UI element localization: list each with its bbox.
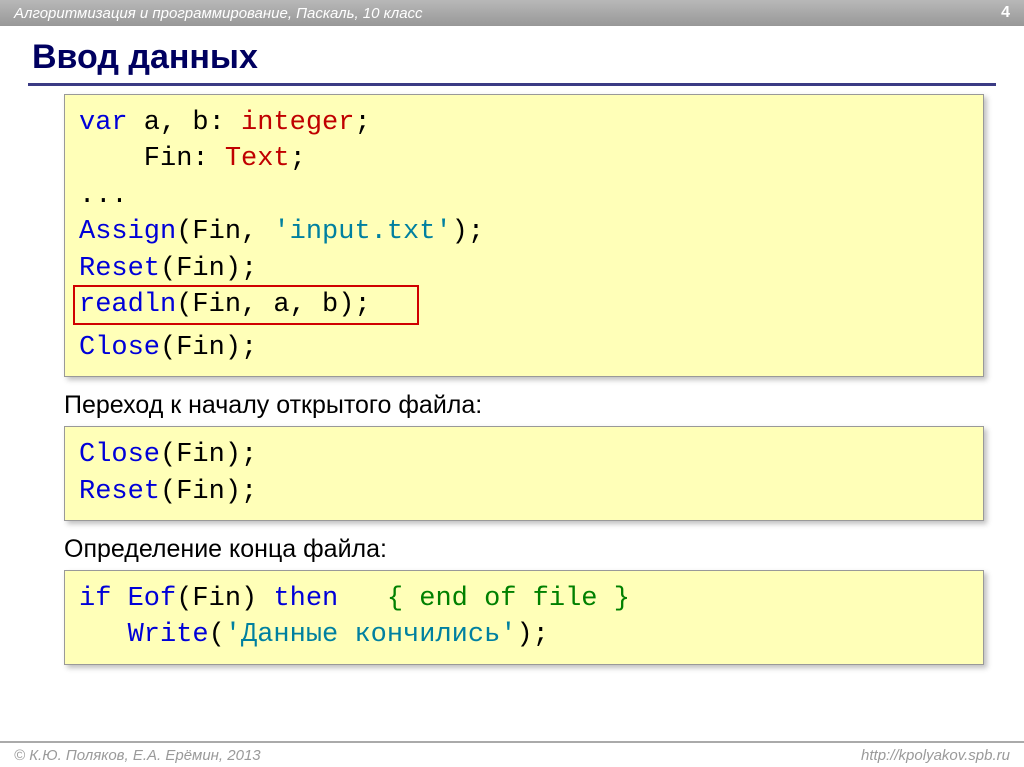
code-token: readln	[79, 290, 176, 320]
code-block-3: if Eof(Fin) then { end of file } Write('…	[64, 570, 984, 665]
code-token: then	[273, 584, 338, 614]
code-block-1: var a, b: integer; Fin: Text; ... Assign…	[64, 94, 984, 377]
code-token: var	[79, 108, 128, 138]
code-token: Eof	[128, 584, 177, 614]
page-title: Ввод данных	[28, 36, 996, 86]
code-token: (Fin);	[160, 254, 257, 284]
breadcrumb: Алгоритмизация и программирование, Паска…	[14, 5, 423, 22]
code-block-2: Close(Fin); Reset(Fin);	[64, 426, 984, 521]
code-token: a, b:	[128, 108, 241, 138]
code-token: if	[79, 584, 111, 614]
code-token: ;	[290, 144, 306, 174]
slide-content: Ввод данных var a, b: integer; Fin: Text…	[0, 26, 1024, 665]
code-token: integer	[241, 108, 354, 138]
code-token: (Fin);	[160, 477, 257, 507]
code-token	[111, 584, 127, 614]
code-token: Close	[79, 333, 160, 363]
code-token: );	[452, 217, 484, 247]
code-token: (Fin)	[176, 584, 273, 614]
code-token	[79, 620, 128, 650]
code-token: Reset	[79, 477, 160, 507]
page-number: 4	[1001, 4, 1010, 22]
code-token: (Fin,	[176, 217, 273, 247]
code-token: 'Данные кончились'	[225, 620, 517, 650]
code-token: ;	[354, 108, 370, 138]
code-token: (	[209, 620, 225, 650]
copyright: © К.Ю. Поляков, Е.А. Ерёмин, 2013	[14, 747, 261, 764]
description-1: Переход к началу открытого файла:	[64, 391, 996, 420]
code-token: (Fin);	[160, 440, 257, 470]
code-token: 'input.txt'	[273, 217, 451, 247]
code-token: Text	[225, 144, 290, 174]
code-token: Write	[128, 620, 209, 650]
code-token: { end of file }	[387, 584, 630, 614]
code-token: );	[516, 620, 548, 650]
slide-footer: © К.Ю. Поляков, Е.А. Ерёмин, 2013 http:/…	[0, 741, 1024, 767]
code-token: Fin:	[79, 144, 225, 174]
code-token: Close	[79, 440, 160, 470]
code-token	[338, 584, 387, 614]
code-token: ...	[79, 181, 128, 211]
code-token: (Fin);	[160, 333, 257, 363]
footer-url: http://kpolyakov.spb.ru	[861, 747, 1010, 764]
code-token: Assign	[79, 217, 176, 247]
description-2: Определение конца файла:	[64, 535, 996, 564]
slide-header: Алгоритмизация и программирование, Паска…	[0, 0, 1024, 26]
code-token: (Fin, a, b);	[176, 290, 370, 320]
code-token: Reset	[79, 254, 160, 284]
